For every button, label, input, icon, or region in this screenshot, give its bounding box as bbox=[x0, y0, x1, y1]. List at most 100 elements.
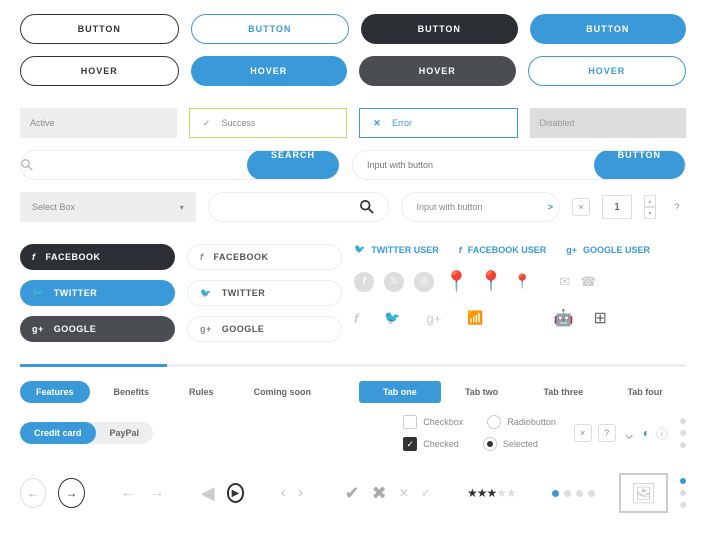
nav-prev-circle[interactable]: ← bbox=[20, 478, 46, 508]
help-mini-button[interactable]: ? bbox=[598, 424, 616, 442]
search-input[interactable] bbox=[51, 160, 247, 170]
facebook-button-dark[interactable]: fFACEBOOK bbox=[20, 244, 175, 270]
check-circle-icon[interactable]: ✔ bbox=[345, 483, 360, 504]
field-active[interactable]: Active bbox=[20, 108, 177, 138]
pill-paypal[interactable]: PayPal bbox=[96, 422, 154, 444]
search-button[interactable]: SEARCH bbox=[247, 150, 339, 180]
button-outline-blue[interactable]: BUTTON bbox=[191, 14, 350, 44]
arrow-left-icon[interactable]: ← bbox=[121, 484, 137, 502]
info-icon[interactable]: ⓘ bbox=[656, 425, 668, 442]
select-label: Select Box bbox=[32, 202, 75, 212]
twitter-circle-icon[interactable]: 𝕏 bbox=[384, 272, 404, 292]
chevron-right-icon[interactable]: › bbox=[298, 484, 303, 502]
chevron-left-icon[interactable]: ‹ bbox=[281, 484, 286, 502]
input-placeholder: Input with button bbox=[416, 202, 482, 212]
tabs-numbered: Tab one Tab two Tab three Tab four bbox=[359, 381, 686, 403]
location-pin-blue-icon[interactable]: 📍 bbox=[479, 269, 504, 294]
twitter-user-link[interactable]: 🐦TWITTER USER bbox=[354, 244, 439, 255]
android-icon[interactable]: 🤖 bbox=[554, 308, 574, 328]
button-hover-grey[interactable]: HOVER bbox=[359, 56, 516, 86]
x-circle-icon[interactable]: ✖ bbox=[372, 483, 387, 504]
button-outline[interactable]: BUTTON bbox=[20, 14, 179, 44]
button-blue[interactable]: BUTTON bbox=[530, 14, 687, 44]
clear-button[interactable]: × bbox=[572, 198, 590, 216]
tab-benefits[interactable]: Benefits bbox=[98, 381, 166, 403]
twitter-button-blue[interactable]: 🐦TWITTER bbox=[20, 280, 175, 306]
image-placeholder-icon: 🖼 bbox=[619, 473, 668, 513]
pill-credit-card[interactable]: Credit card bbox=[20, 422, 96, 444]
location-pin-grey-icon[interactable]: 📍 bbox=[514, 273, 531, 290]
input-with-go[interactable]: Input with button > bbox=[401, 192, 560, 222]
google-ghost-icon[interactable]: g+ bbox=[427, 311, 442, 326]
checkbox-on[interactable]: ✓Checked bbox=[403, 437, 459, 451]
tab-one[interactable]: Tab one bbox=[359, 381, 441, 403]
facebook-user-link[interactable]: fFACEBOOK USER bbox=[459, 245, 547, 255]
twitter-button-white[interactable]: 🐦TWITTER bbox=[187, 280, 342, 306]
input-with-button[interactable]: BUTTON bbox=[352, 150, 686, 180]
pager-dot[interactable] bbox=[576, 490, 583, 497]
arrow-right-icon[interactable]: → bbox=[149, 484, 165, 502]
chevron-left-circle-icon[interactable]: ◀ bbox=[201, 483, 215, 504]
help-button[interactable]: ? bbox=[668, 198, 686, 216]
tab-three[interactable]: Tab three bbox=[523, 381, 605, 403]
button-dark[interactable]: BUTTON bbox=[361, 14, 518, 44]
tab-rules[interactable]: Rules bbox=[173, 381, 230, 403]
tab-features[interactable]: Features bbox=[20, 381, 90, 403]
field-success[interactable]: ✓Success bbox=[189, 108, 348, 138]
tab-two[interactable]: Tab two bbox=[441, 381, 523, 403]
location-pin-icon[interactable]: 📍 bbox=[444, 269, 469, 294]
check-icon: ✓ bbox=[200, 118, 214, 129]
pager-dot[interactable] bbox=[588, 490, 595, 497]
checkbox-off[interactable]: Checkbox bbox=[403, 415, 463, 429]
step-down-icon[interactable]: ▾ bbox=[644, 207, 656, 219]
close-mini-button[interactable]: × bbox=[574, 424, 592, 442]
rss-icon[interactable]: 📶 bbox=[467, 310, 483, 326]
pager-dot-active[interactable] bbox=[552, 490, 559, 497]
go-icon[interactable]: > bbox=[548, 202, 553, 212]
input-with-button-field[interactable] bbox=[367, 160, 594, 170]
facebook-button-white[interactable]: fFACEBOOK bbox=[187, 244, 342, 270]
input-button[interactable]: BUTTON bbox=[594, 150, 685, 180]
radio-on[interactable]: Selected bbox=[483, 437, 538, 451]
instagram-circle-icon[interactable]: ◎ bbox=[414, 272, 434, 292]
phone-icon[interactable]: ☎ bbox=[580, 274, 596, 290]
quantity-field[interactable]: 1 bbox=[602, 195, 632, 219]
twitter-ghost-icon[interactable]: 🐦 bbox=[384, 310, 400, 326]
star-rating[interactable]: ★★★★★ bbox=[467, 486, 516, 500]
select-box[interactable]: Select Box ▾ bbox=[20, 192, 196, 222]
google-user-link[interactable]: g+GOOGLE USER bbox=[566, 245, 650, 255]
pager-dot[interactable] bbox=[564, 490, 571, 497]
facebook-circle-icon[interactable]: f bbox=[354, 272, 374, 292]
field-error[interactable]: ✕Error bbox=[359, 108, 518, 138]
tab-coming-soon[interactable]: Coming soon bbox=[238, 381, 328, 403]
pager-dots[interactable] bbox=[552, 490, 595, 497]
twitter-icon: 🐦 bbox=[32, 288, 44, 299]
progress-bar[interactable] bbox=[20, 364, 686, 367]
step-up-icon[interactable]: ▴ bbox=[644, 195, 656, 207]
quantity-stepper[interactable]: ▴▾ bbox=[644, 195, 656, 219]
button-hover-blue[interactable]: HOVER bbox=[191, 56, 348, 86]
vertical-dots[interactable] bbox=[680, 418, 686, 448]
search-round[interactable] bbox=[208, 192, 390, 222]
windows-icon[interactable]: ⊞ bbox=[593, 308, 606, 328]
button-hover-outline[interactable]: HOVER bbox=[20, 56, 179, 86]
button-hover-outline-blue[interactable]: HOVER bbox=[528, 56, 687, 86]
chevron-down-circle-icon[interactable]: ⌄ bbox=[622, 423, 637, 444]
chevron-right-circle-icon[interactable]: ▶ bbox=[227, 483, 245, 503]
loader-icon: ◐ bbox=[643, 426, 650, 440]
checkbox-checked-icon: ✓ bbox=[403, 437, 417, 451]
vertical-dots[interactable] bbox=[680, 478, 686, 508]
tabs-features: Features Benefits Rules Coming soon bbox=[20, 381, 347, 403]
google-button-white[interactable]: g+GOOGLE bbox=[187, 316, 342, 342]
check-small-icon[interactable]: ✓ bbox=[421, 486, 431, 500]
facebook-ghost-icon[interactable]: f bbox=[354, 311, 358, 326]
google-icon: g+ bbox=[200, 324, 212, 334]
nav-next-circle[interactable]: → bbox=[58, 478, 84, 508]
x-small-icon[interactable]: ✕ bbox=[399, 486, 409, 500]
twitter-icon: 🐦 bbox=[200, 288, 212, 299]
tab-four[interactable]: Tab four bbox=[604, 381, 686, 403]
mail-icon[interactable]: ✉ bbox=[559, 274, 570, 290]
radio-off[interactable]: Radiobutton bbox=[487, 415, 556, 429]
google-button-grey[interactable]: g+GOOGLE bbox=[20, 316, 175, 342]
search-field[interactable]: SEARCH bbox=[20, 150, 340, 180]
